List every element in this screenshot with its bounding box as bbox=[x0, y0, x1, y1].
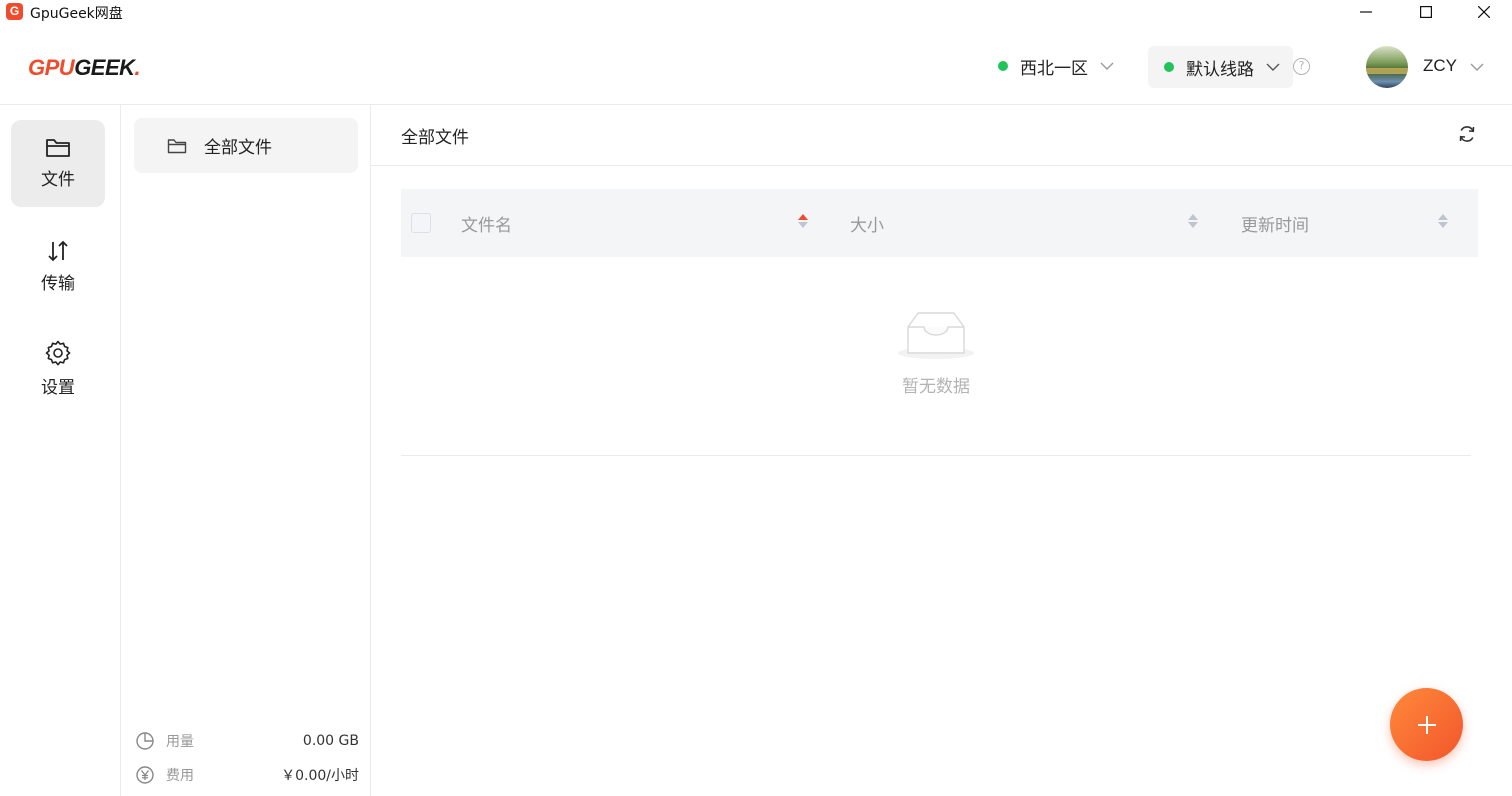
route-label: 默认线路 bbox=[1186, 59, 1254, 80]
maximize-button[interactable] bbox=[1398, 0, 1454, 24]
folder-icon bbox=[167, 138, 187, 153]
folder-icon bbox=[46, 139, 70, 157]
chevron-down-icon bbox=[1266, 63, 1280, 72]
plus-icon bbox=[1417, 715, 1436, 734]
gpugeek-logo: GPUGEEK. bbox=[28, 55, 141, 80]
file-table-header: 文件名 大小 更新时间 bbox=[401, 189, 1478, 257]
title-bar: G GpuGeek网盘 bbox=[0, 0, 1512, 24]
username[interactable]: ZCY bbox=[1423, 56, 1457, 76]
nav-rail: 文件 传输 设置 bbox=[0, 105, 121, 796]
chevron-down-icon bbox=[1100, 62, 1114, 71]
empty-text: 暂无数据 bbox=[902, 377, 970, 397]
sort-icon[interactable] bbox=[1438, 214, 1448, 228]
sort-icon[interactable] bbox=[1188, 214, 1198, 228]
nav-item-label: 传输 bbox=[41, 274, 75, 294]
online-status-dot bbox=[1164, 62, 1174, 72]
route-selector[interactable]: 默认线路 bbox=[1148, 46, 1293, 88]
online-status-dot bbox=[998, 61, 1008, 71]
gear-icon bbox=[45, 340, 71, 366]
add-button[interactable] bbox=[1390, 688, 1463, 761]
nav-item-label: 文件 bbox=[41, 170, 75, 190]
avatar[interactable] bbox=[1366, 46, 1408, 88]
refresh-icon bbox=[1459, 126, 1475, 142]
region-label: 西北一区 bbox=[1020, 58, 1088, 79]
nav-item-files[interactable]: 文件 bbox=[11, 120, 105, 207]
folder-panel: 全部文件 用量 0.00 GB 费用 ￥0.00/小时 bbox=[121, 105, 371, 796]
folder-item-all-files[interactable]: 全部文件 bbox=[134, 118, 358, 173]
minimize-button[interactable] bbox=[1338, 0, 1394, 24]
sort-icon[interactable] bbox=[798, 214, 808, 228]
pie-chart-icon bbox=[136, 732, 154, 750]
app-icon: G bbox=[6, 3, 23, 20]
nav-item-settings[interactable]: 设置 bbox=[11, 325, 105, 412]
usage-value: 0.00 GB bbox=[302, 733, 359, 749]
usage-label: 用量 bbox=[166, 734, 194, 750]
nav-item-transfer[interactable]: 传输 bbox=[11, 223, 105, 310]
refresh-button[interactable] bbox=[1457, 124, 1477, 148]
column-header-size[interactable]: 大小 bbox=[850, 211, 884, 236]
column-header-updated[interactable]: 更新时间 bbox=[1241, 211, 1309, 236]
select-all-checkbox[interactable] bbox=[411, 213, 431, 233]
close-icon bbox=[1478, 6, 1490, 18]
empty-state: 暂无数据 bbox=[401, 257, 1471, 456]
content-header: 全部文件 bbox=[371, 105, 1512, 166]
page-title: 全部文件 bbox=[401, 128, 469, 148]
usage-stat: 用量 0.00 GB bbox=[135, 731, 359, 751]
cost-label: 费用 bbox=[166, 768, 194, 784]
minimize-icon bbox=[1360, 11, 1372, 13]
window-title: GpuGeek网盘 bbox=[30, 6, 123, 22]
close-button[interactable] bbox=[1456, 0, 1512, 24]
cost-value: ￥0.00/小时 bbox=[281, 768, 359, 784]
chevron-down-icon[interactable] bbox=[1470, 60, 1484, 76]
main-content: 全部文件 文件名 大小 更新时间 暂无数据 bbox=[371, 105, 1512, 796]
maximize-icon bbox=[1420, 6, 1432, 18]
column-header-name[interactable]: 文件名 bbox=[461, 211, 512, 236]
help-icon[interactable]: ? bbox=[1293, 58, 1310, 75]
cost-stat: 费用 ￥0.00/小时 bbox=[135, 765, 359, 785]
folder-item-label: 全部文件 bbox=[204, 138, 272, 158]
empty-inbox-icon bbox=[898, 312, 974, 359]
transfer-icon bbox=[48, 240, 68, 262]
yen-icon bbox=[136, 766, 154, 784]
nav-item-label: 设置 bbox=[41, 378, 75, 398]
app-header: GPUGEEK. 西北一区 默认线路 ? ZCY bbox=[0, 24, 1512, 105]
region-selector[interactable]: 西北一区 bbox=[992, 52, 1114, 80]
